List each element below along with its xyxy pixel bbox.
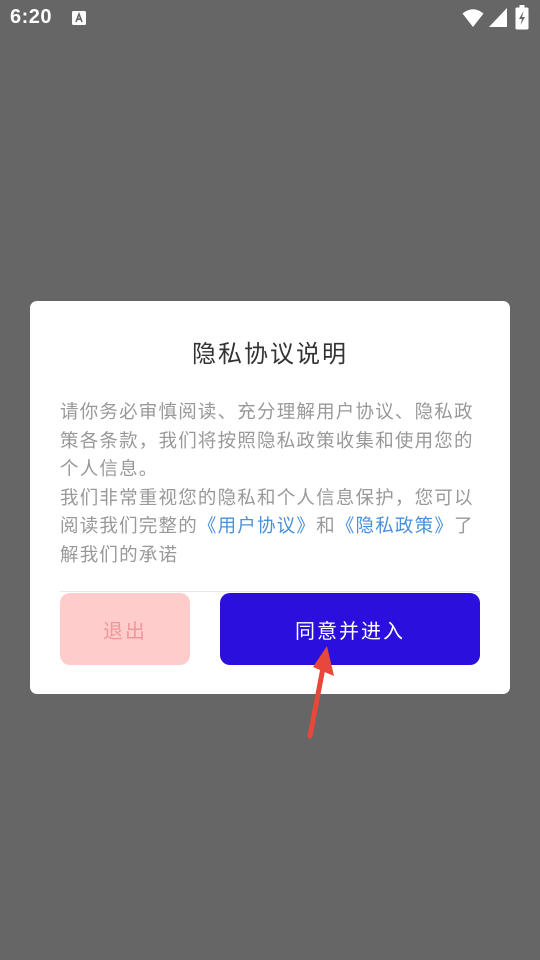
- exit-button[interactable]: 退出: [60, 593, 190, 665]
- dialog-body: 请你务必审慎阅读、充分理解用户协议、隐私政策各条款，我们将按照隐私政策收集和使用…: [60, 399, 485, 570]
- dialog-title: 隐私协议说明: [192, 340, 348, 368]
- battery-charging-icon: [515, 5, 529, 30]
- signal-icon: [489, 8, 507, 27]
- privacy-dialog: 隐私协议说明 请你务必审慎阅读、充分理解用户协议、隐私政策各条款，我们将按照隐私…: [30, 301, 510, 694]
- and-text: 和: [316, 516, 336, 537]
- notification-a-icon: [72, 11, 86, 25]
- privacy-policy-link[interactable]: 《隐私政策》: [336, 516, 454, 537]
- status-time: 6:20: [10, 6, 53, 28]
- status-bar: 6:20: [0, 0, 540, 36]
- privacy-paragraph-1: 请你务必审慎阅读、充分理解用户协议、隐私政策各条款，我们将按照隐私政策收集和使用…: [60, 402, 474, 480]
- agree-enter-button[interactable]: 同意并进入: [220, 593, 480, 665]
- privacy-paragraph-2: 我们非常重视您的隐私和个人信息保护，您可以阅读我们完整的《用户协议》和《隐私政策…: [60, 485, 485, 571]
- red-arrow-pointer: [307, 646, 334, 739]
- user-agreement-link[interactable]: 《用户协议》: [198, 516, 316, 537]
- divider: [60, 591, 480, 592]
- wifi-icon: [462, 9, 484, 27]
